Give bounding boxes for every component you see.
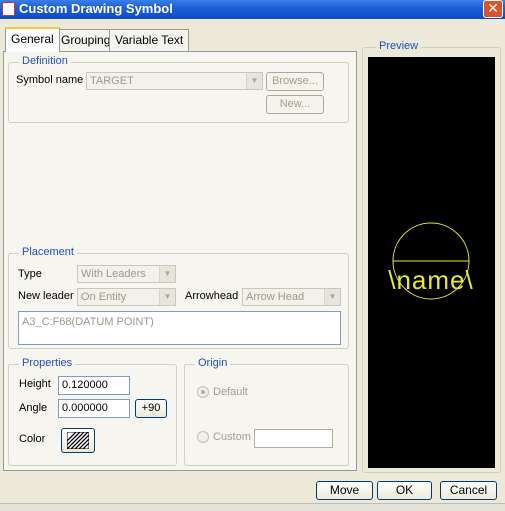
symbol-text: \name\ [388,265,474,295]
hatch-pattern-icon [67,432,89,449]
new-leader-combo[interactable]: On Entity ▼ [77,288,176,306]
plus90-button[interactable]: +90 [135,399,167,418]
bottom-edge [0,503,505,511]
custom-radio[interactable] [197,431,209,443]
default-label: Default [213,386,248,398]
window-title: Custom Drawing Symbol [19,1,173,16]
symbol-name-value: TARGET [90,75,134,87]
arrowhead-combo[interactable]: Arrow Head ▼ [242,288,341,306]
chevron-down-icon: ▼ [246,73,262,89]
radio-dot [201,390,205,394]
chevron-down-icon: ▼ [159,266,175,282]
preview-canvas: \name\ [368,57,495,468]
height-input[interactable]: 0.120000 [58,376,130,395]
new-button[interactable]: New... [266,95,324,114]
cancel-button[interactable]: Cancel [440,481,497,500]
height-label: Height [19,378,51,390]
preview-legend: Preview [376,40,422,52]
tab-grouping[interactable]: Grouping [55,29,117,51]
symbol-name-combo[interactable]: TARGET ▼ [86,72,263,90]
chevron-down-icon: ▼ [324,289,340,305]
reference-textarea[interactable]: A3_C:F68(DATUM POINT) [18,311,341,345]
angle-input[interactable]: 0.000000 [58,399,130,418]
title-bar: Custom Drawing Symbol ✕ [0,0,505,19]
new-leader-label: New leader [18,290,74,302]
color-button[interactable] [61,428,95,453]
properties-legend: Properties [19,357,76,369]
arrowhead-label: Arrowhead [185,290,239,302]
default-radio[interactable] [197,386,209,398]
new-leader-value: On Entity [81,291,127,303]
custom-input[interactable] [254,429,333,448]
symbol-name-label: Symbol name [16,74,84,86]
definition-legend: Definition [19,55,71,67]
ok-button[interactable]: OK [377,481,432,500]
tab-variable-text[interactable]: Variable Text [109,29,190,51]
app-icon [2,2,15,16]
type-label: Type [18,268,42,280]
angle-label: Angle [19,402,48,414]
tab-general[interactable]: General [5,27,60,52]
browse-button[interactable]: Browse... [266,72,324,91]
move-button[interactable]: Move [316,481,373,500]
type-value: With Leaders [81,268,146,280]
custom-label: Custom [213,431,251,443]
arrowhead-value: Arrow Head [246,291,305,303]
chevron-down-icon: ▼ [159,289,175,305]
symbol-preview-drawing: \name\ [388,222,474,300]
origin-group: Origin [184,357,349,466]
placement-legend: Placement [19,246,77,258]
type-combo[interactable]: With Leaders ▼ [77,265,176,283]
close-button[interactable]: ✕ [483,0,503,18]
origin-legend: Origin [195,357,231,369]
color-label: Color [19,433,46,445]
